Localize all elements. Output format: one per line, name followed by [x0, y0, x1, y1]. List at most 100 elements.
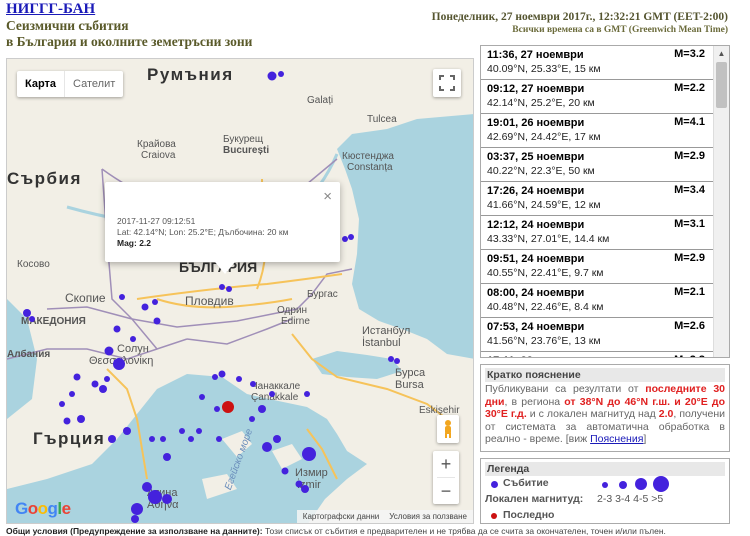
quake-marker[interactable]	[394, 358, 400, 364]
explanation-part: и с локален магнитуд над	[526, 408, 659, 420]
quake-location: 42.14°N, 25.2°E, 20 км	[487, 97, 595, 109]
list-item[interactable]: 09:51, 24 ноември M=2.9 40.55°N, 22.41°E, …	[481, 250, 729, 284]
info-window-time: 2017-11-27 09:12:51	[117, 216, 196, 226]
list-item[interactable]: 07:53, 24 ноември M=2.6 41.56°N, 23.76°E, …	[481, 318, 729, 352]
legend-event-row: Събитие	[485, 476, 725, 492]
quake-magnitude: M=2.9	[674, 150, 705, 162]
quake-marker[interactable]	[278, 71, 284, 77]
quake-marker[interactable]	[214, 406, 220, 412]
quake-marker[interactable]	[91, 380, 99, 388]
header-left: НИГГГ-БАН Сеизмични събития в България и…	[6, 1, 252, 50]
quake-marker[interactable]	[342, 236, 348, 242]
label-craiova-ro: Craiova	[141, 150, 176, 161]
quake-marker[interactable]	[304, 391, 310, 397]
quake-marker[interactable]	[269, 391, 275, 397]
quake-marker[interactable]	[196, 428, 202, 434]
quake-marker[interactable]	[218, 370, 226, 378]
label-canakkale: Чанаккале	[251, 381, 301, 392]
quake-marker[interactable]	[69, 391, 75, 397]
quake-magnitude: M=3.2	[674, 48, 705, 60]
quake-marker[interactable]	[131, 503, 143, 515]
quake-magnitude: M=2.3	[674, 354, 705, 357]
scroll-up-icon[interactable]: ▲	[714, 46, 729, 60]
quake-marker[interactable]	[281, 467, 289, 475]
quake-marker[interactable]	[141, 303, 149, 311]
quake-marker[interactable]	[179, 428, 185, 434]
quake-marker[interactable]	[160, 436, 166, 442]
quake-marker[interactable]	[258, 405, 266, 413]
quake-marker[interactable]	[113, 325, 121, 333]
quake-marker[interactable]	[188, 436, 194, 442]
quake-marker[interactable]	[219, 284, 225, 290]
quake-marker[interactable]	[162, 494, 172, 504]
quake-marker[interactable]	[199, 394, 205, 400]
map-attribution: Картографски данни Условия за ползване	[296, 510, 473, 523]
quake-marker[interactable]	[63, 417, 71, 425]
quake-marker[interactable]	[99, 385, 107, 393]
list-item[interactable]: 12:12, 24 ноември M=3.1 43.33°N, 27.01°E, …	[481, 216, 729, 250]
fullscreen-icon[interactable]	[433, 69, 461, 97]
attribution-map-data[interactable]: Картографски данни	[303, 512, 379, 521]
close-icon[interactable]: ×	[323, 188, 332, 205]
quake-marker[interactable]	[77, 415, 85, 423]
quake-marker[interactable]	[249, 416, 255, 422]
quake-marker[interactable]	[104, 376, 110, 382]
quake-marker[interactable]	[119, 294, 125, 300]
quake-marker[interactable]	[226, 286, 232, 292]
quake-magnitude: M=2.1	[674, 286, 705, 298]
quake-marker[interactable]	[348, 234, 354, 240]
quake-marker[interactable]	[153, 317, 161, 325]
quake-marker[interactable]	[148, 490, 162, 504]
zoom-out-button[interactable]: −	[433, 478, 459, 504]
quake-magnitude: M=3.4	[674, 184, 705, 196]
quake-marker[interactable]	[152, 299, 158, 305]
label-edirne-tr: Edirne	[281, 316, 310, 327]
quake-marker[interactable]	[216, 436, 222, 442]
earthquake-map[interactable]: Румъния Сърбия БЪЛГАРИЯ Гърция МАКЕДОНИЯ…	[6, 58, 474, 524]
quake-marker[interactable]	[273, 435, 281, 443]
attribution-terms[interactable]: Условия за ползване	[389, 512, 467, 521]
label-plovdiv: Пловдив	[185, 294, 234, 308]
quake-marker[interactable]	[104, 346, 114, 356]
list-item[interactable]: 09:12, 27 ноември M=2.2 42.14°N, 25.2°E, 2…	[481, 80, 729, 114]
quake-marker[interactable]	[149, 436, 155, 442]
quake-marker[interactable]	[236, 376, 242, 382]
quake-location: 41.66°N, 24.59°E, 12 км	[487, 199, 601, 211]
legend-latest-dot-icon	[491, 513, 497, 519]
quake-marker[interactable]	[59, 401, 65, 407]
legend-latest-row: Последно	[485, 508, 725, 524]
quake-marker[interactable]	[113, 358, 125, 370]
quake-marker[interactable]	[108, 435, 116, 443]
quake-marker[interactable]	[131, 515, 139, 523]
quake-marker[interactable]	[73, 373, 81, 381]
quake-marker[interactable]	[301, 485, 309, 493]
list-item[interactable]: 03:37, 25 ноември M=2.9 40.22°N, 22.3°E, 5…	[481, 148, 729, 182]
quake-marker[interactable]	[29, 316, 35, 322]
list-scrollbar[interactable]: ▲	[713, 46, 729, 357]
zoom-in-button[interactable]: +	[433, 451, 459, 477]
quake-marker[interactable]	[123, 427, 131, 435]
list-item[interactable]: 17:26, 24 ноември M=3.4 41.66°N, 24.59°E, …	[481, 182, 729, 216]
list-item[interactable]: 08:00, 24 ноември M=2.1 40.48°N, 22.46°E, …	[481, 284, 729, 318]
quake-marker[interactable]	[267, 71, 277, 81]
pegman-icon[interactable]	[437, 415, 459, 443]
map-type-map-button[interactable]: Карта	[17, 71, 64, 97]
scroll-thumb[interactable]	[716, 62, 727, 108]
quake-marker[interactable]	[130, 336, 136, 342]
label-bucharest-ro: București	[223, 145, 270, 156]
quake-location: 40.48°N, 22.46°E, 8.4 км	[487, 301, 604, 313]
quake-magnitude: M=2.9	[674, 252, 705, 264]
list-item[interactable]: 11:36, 27 ноември M=3.2 40.09°N, 25.33°E, …	[481, 46, 729, 80]
list-item[interactable]: 19:01, 26 ноември M=4.1 42.69°N, 24.42°E, …	[481, 114, 729, 148]
quake-marker[interactable]	[163, 453, 171, 461]
latest-quake-marker[interactable]	[222, 401, 234, 413]
list-item[interactable]: 17:11, 23 ноемвриM=2.3	[481, 352, 729, 357]
quake-marker[interactable]	[262, 442, 272, 452]
site-title-link[interactable]: НИГГГ-БАН	[6, 1, 252, 18]
quake-marker[interactable]	[212, 374, 218, 380]
quake-list[interactable]: 11:36, 27 ноември M=3.2 40.09°N, 25.33°E, …	[480, 45, 730, 358]
quake-marker[interactable]	[302, 447, 316, 461]
map-type-satellite-button[interactable]: Сателит	[64, 71, 123, 97]
quake-marker[interactable]	[250, 381, 256, 387]
explanations-link[interactable]: Пояснения	[590, 433, 643, 445]
